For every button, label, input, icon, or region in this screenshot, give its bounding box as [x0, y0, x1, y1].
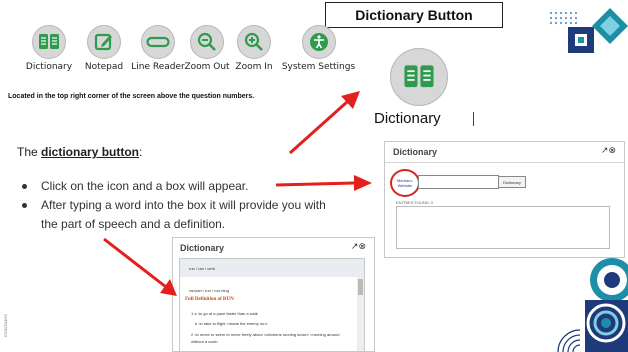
zoom-in-tool-button[interactable]: Zoom In	[229, 25, 279, 72]
book-icon	[390, 48, 448, 106]
dictionary-result-panel: Dictionary ↗⊗ run \ ran \ verb ran\ran \…	[172, 237, 375, 352]
zoom-out-tool-label: Zoom Out	[184, 62, 230, 72]
side-id-text: EG00TA4HS	[2, 314, 8, 337]
headword: run \ ran \ verb	[189, 266, 216, 271]
dictionary-panel: Dictionary ↗⊗ Merriam-Webster Dictionary…	[384, 141, 625, 258]
zoom-in-tool-label: Zoom In	[235, 62, 273, 72]
pronunciation: ran\ran \ run / run·ning	[189, 288, 229, 293]
instruction-list: Click on the icon and a box will appear.…	[22, 177, 332, 234]
full-definition-heading: Full Definition of RUN	[185, 297, 234, 302]
panel-window-controls[interactable]: ↗⊗	[601, 145, 616, 156]
intro-prefix: The	[17, 145, 42, 159]
list-item: Click on the icon and a box will appear.	[22, 177, 332, 196]
scrollbar-thumb[interactable]	[358, 279, 363, 295]
divider	[385, 162, 624, 163]
zoom-out-tool-button[interactable]: Zoom Out	[179, 25, 235, 72]
dictionary-tool-label: Dictionary	[25, 62, 73, 72]
panel-window-controls[interactable]: ↗⊗	[351, 241, 366, 252]
panel-title: Dictionary	[393, 147, 438, 157]
arrow-to-dictionary-button	[288, 91, 360, 155]
book-icon	[32, 25, 66, 59]
text-cursor	[473, 112, 474, 126]
definition-line: b :to take to flight <made the enemy run…	[195, 321, 268, 326]
zoom-out-icon	[190, 25, 224, 59]
entries-found-text: ENTRIES FOUND: 0	[396, 200, 434, 205]
lookup-button-label: Dictionary	[503, 179, 521, 185]
accessibility-icon	[301, 25, 336, 59]
notepad-tool-button[interactable]: Notepad	[78, 25, 130, 72]
definition-line: 2 :to move or seem to move freely about …	[191, 332, 340, 344]
header-title: Dictionary Button	[355, 7, 473, 23]
circle-decor	[585, 258, 628, 352]
panel-title: Dictionary	[180, 243, 225, 253]
location-note: Located in the top right corner of the s…	[8, 93, 255, 100]
notepad-icon	[87, 25, 121, 59]
dictionary-button-label: Dictionary	[374, 110, 441, 127]
notepad-tool-label: Notepad	[84, 62, 124, 72]
arrow-to-result-panel	[103, 237, 177, 296]
lookup-button[interactable]: Dictionary	[498, 176, 526, 188]
system-settings-tool-button[interactable]: System Settings	[280, 25, 357, 72]
scrollbar[interactable]	[357, 277, 364, 351]
dictionary-tool-button[interactable]: Dictionary	[20, 25, 78, 72]
dot-grid-decor	[550, 12, 577, 24]
word-search-input[interactable]	[418, 175, 499, 189]
results-area	[396, 206, 610, 249]
stripe-decor	[557, 329, 581, 352]
intro-text: The dictionary button:	[17, 145, 142, 159]
zoom-in-icon	[237, 25, 271, 59]
intro-suffix: :	[139, 145, 143, 159]
toolbar: Dictionary Notepad Line Reader Zoom Out	[14, 25, 357, 75]
system-settings-tool-label: System Settings	[281, 62, 356, 72]
diamond-decor	[568, 8, 628, 53]
merriam-webster-logo: Merriam-Webster	[390, 169, 420, 197]
definition-line: 1 a :to go at a pace faster than a walk	[191, 311, 258, 316]
line-reader-icon	[141, 25, 175, 59]
list-item: After typing a word into the box it will…	[22, 196, 332, 234]
logo-text: Merriam-Webster	[397, 178, 413, 188]
intro-term: dictionary button	[41, 145, 140, 159]
result-content: run \ ran \ verb ran\ran \ run / run·nin…	[179, 258, 365, 351]
